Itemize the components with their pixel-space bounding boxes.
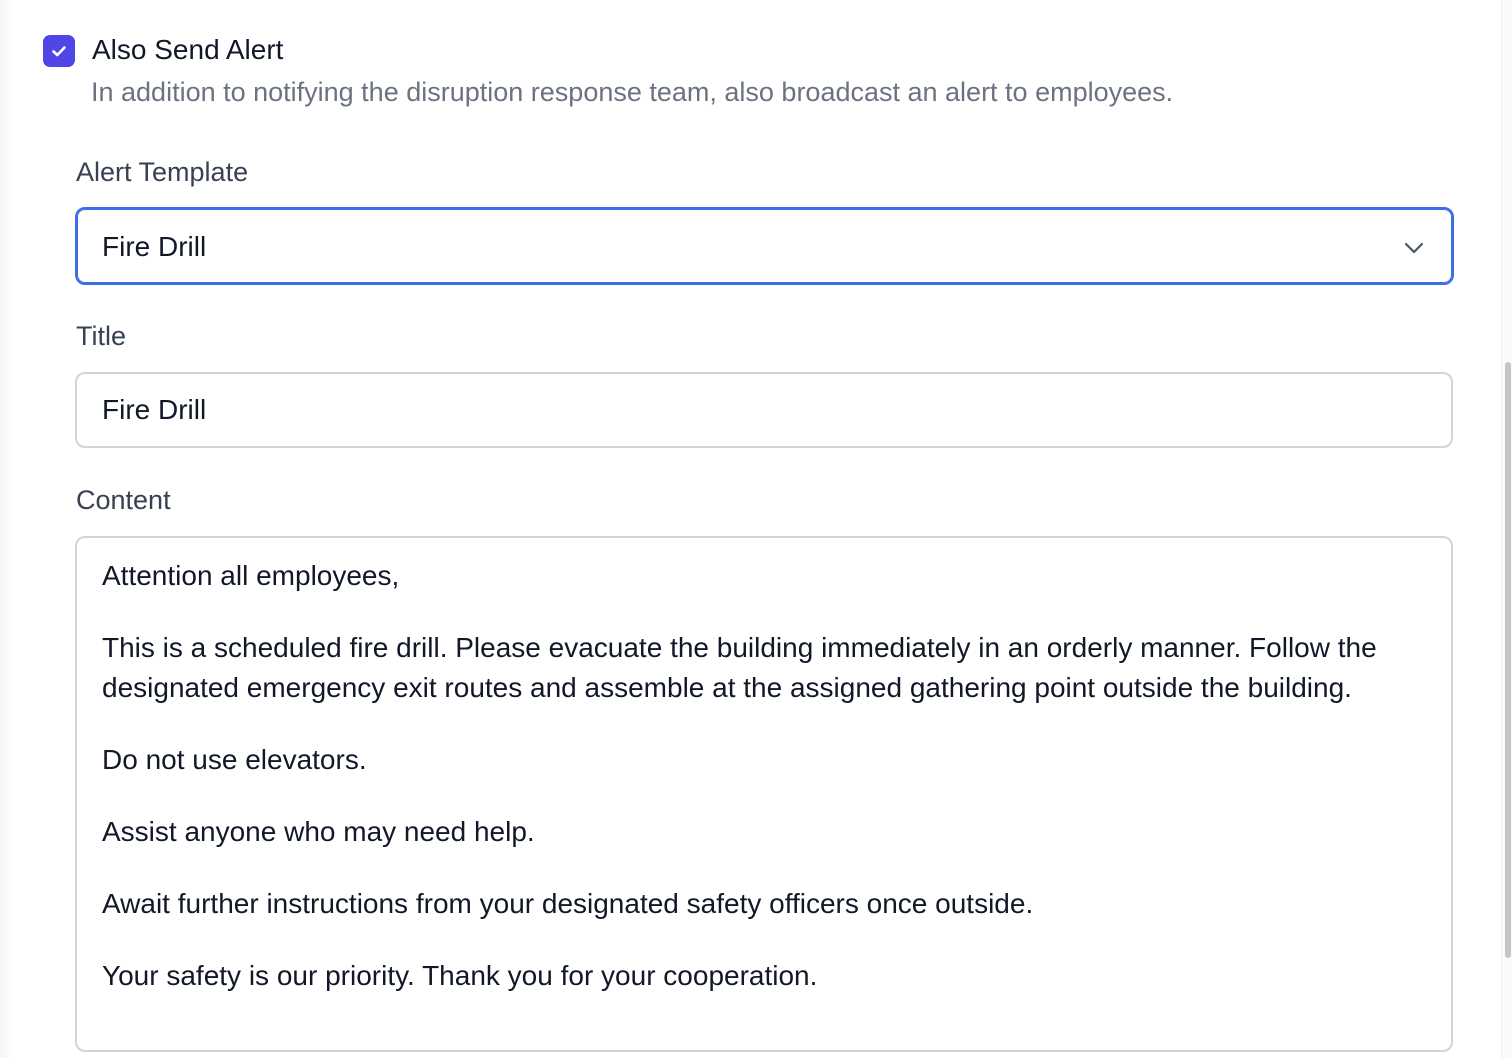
also-send-alert-description: In addition to notifying the disruption …	[91, 77, 1174, 107]
title-label: Title	[76, 321, 127, 351]
scrollbar-thumb[interactable]	[1505, 362, 1511, 958]
content-paragraph: Your safety is our priority. Thank you f…	[102, 960, 818, 991]
content-textarea[interactable]: Attention all employees, This is a sched…	[75, 536, 1453, 1052]
panel-edge	[0, 0, 14, 1058]
content-paragraph: Assist anyone who may need help.	[102, 816, 535, 847]
check-icon	[52, 46, 66, 57]
content-paragraph: Attention all employees,	[102, 560, 400, 591]
title-input[interactable]	[75, 372, 1453, 448]
also-send-alert-checkbox[interactable]	[43, 35, 75, 67]
content-paragraph: Await further instructions from your des…	[102, 888, 1034, 919]
alert-template-label: Alert Template	[76, 157, 249, 187]
alert-template-value: Fire Drill	[102, 231, 207, 262]
also-send-alert-label[interactable]: Also Send Alert	[92, 32, 283, 68]
content-paragraph: Do not use elevators.	[102, 744, 367, 775]
content-label: Content	[76, 485, 171, 515]
chevron-down-icon	[1404, 242, 1424, 254]
alert-template-select[interactable]: Fire Drill	[75, 207, 1454, 285]
content-paragraph: This is a scheduled fire drill. Please e…	[102, 632, 1377, 703]
scrollbar[interactable]	[1501, 0, 1512, 1058]
